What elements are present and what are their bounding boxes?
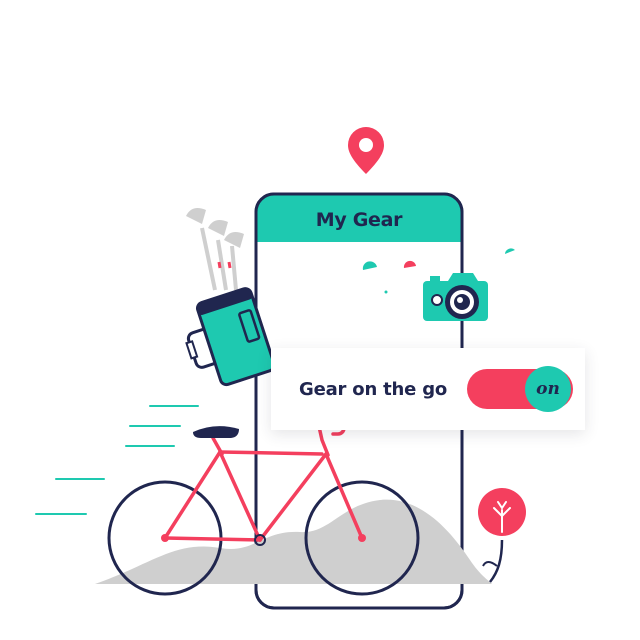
speed-lines bbox=[35, 405, 199, 515]
toggle-label: Gear on the go bbox=[299, 378, 448, 400]
toggle-knob[interactable]: on bbox=[525, 366, 571, 412]
gear-illustration-scene: My Gear Gear on the go on bbox=[0, 0, 640, 640]
gear-on-the-go-toggle[interactable]: on bbox=[467, 366, 573, 412]
camera-icon bbox=[423, 273, 488, 321]
flower-icon bbox=[478, 488, 526, 583]
gear-on-the-go-card: Gear on the go on bbox=[271, 348, 585, 430]
illustration-art bbox=[35, 127, 526, 610]
location-pin-icon bbox=[348, 127, 384, 174]
phone-title: My Gear bbox=[315, 209, 403, 231]
toggle-state-text: on bbox=[536, 379, 560, 399]
